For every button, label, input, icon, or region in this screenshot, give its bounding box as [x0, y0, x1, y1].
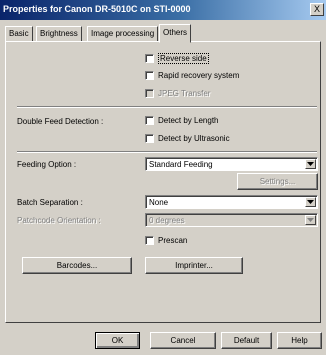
- default-button[interactable]: Default: [221, 332, 272, 349]
- chevron-down-icon: [305, 215, 316, 225]
- imprinter-button[interactable]: Imprinter...: [145, 257, 243, 274]
- settings-button: Settings...: [237, 173, 318, 190]
- rapid-recovery-label: Rapid recovery system: [158, 71, 240, 80]
- tab-others[interactable]: Others: [159, 24, 192, 43]
- reverse-side-checkbox[interactable]: Reverse side: [145, 53, 209, 64]
- cancel-button[interactable]: Cancel: [150, 332, 216, 349]
- prescan-label: Prescan: [158, 236, 188, 245]
- feeding-option-label: Feeding Option :: [17, 160, 77, 169]
- patchcode-orientation-value: 0 degrees: [149, 216, 185, 225]
- chevron-down-icon[interactable]: [305, 159, 316, 169]
- separator: [17, 106, 317, 108]
- tab-basic[interactable]: Basic: [5, 26, 33, 42]
- batch-separation-value: None: [149, 198, 169, 207]
- detect-by-ultrasonic-checkbox[interactable]: Detect by Ultrasonic: [145, 134, 230, 143]
- jpeg-transfer-checkbox: JPEG Transfer: [145, 89, 210, 98]
- ok-button[interactable]: OK: [95, 332, 140, 349]
- jpeg-transfer-label: JPEG Transfer: [158, 89, 211, 98]
- properties-dialog: Properties for Canon DR-5010C on STI-000…: [0, 0, 326, 355]
- detect-by-length-label: Detect by Length: [158, 116, 219, 125]
- title-bar[interactable]: Properties for Canon DR-5010C on STI-000…: [0, 0, 326, 20]
- chevron-down-icon[interactable]: [305, 197, 316, 207]
- checkbox-box[interactable]: [145, 134, 154, 143]
- prescan-checkbox[interactable]: Prescan: [145, 236, 187, 245]
- barcodes-button[interactable]: Barcodes...: [22, 257, 132, 274]
- help-button[interactable]: Help: [277, 332, 322, 349]
- checkbox-box[interactable]: [145, 116, 154, 125]
- close-button[interactable]: X: [310, 3, 324, 16]
- separator: [17, 151, 317, 153]
- feeding-option-value: Standard Feeding: [149, 160, 213, 169]
- tab-brightness[interactable]: Brightness: [36, 26, 82, 42]
- detect-by-ultrasonic-label: Detect by Ultrasonic: [158, 134, 230, 143]
- feeding-option-select[interactable]: Standard Feeding: [145, 157, 318, 171]
- batch-separation-label: Batch Separation :: [17, 198, 83, 207]
- checkbox-box[interactable]: [145, 54, 154, 63]
- patchcode-orientation-select: 0 degrees: [145, 213, 318, 227]
- window-title: Properties for Canon DR-5010C on STI-000…: [3, 4, 191, 14]
- others-panel: Reverse side Rapid recovery system JPEG …: [5, 41, 321, 323]
- rapid-recovery-checkbox[interactable]: Rapid recovery system: [145, 71, 239, 80]
- patchcode-orientation-label: Patchcode Orientation :: [17, 216, 101, 225]
- detect-by-length-checkbox[interactable]: Detect by Length: [145, 116, 218, 125]
- tab-image-processing[interactable]: Image processing: [87, 26, 159, 42]
- reverse-side-label: Reverse side: [158, 53, 209, 64]
- batch-separation-select[interactable]: None: [145, 195, 318, 209]
- checkbox-box[interactable]: [145, 71, 154, 80]
- checkbox-box[interactable]: [145, 236, 154, 245]
- double-feed-label: Double Feed Detection :: [17, 117, 104, 126]
- checkbox-box: [145, 89, 154, 98]
